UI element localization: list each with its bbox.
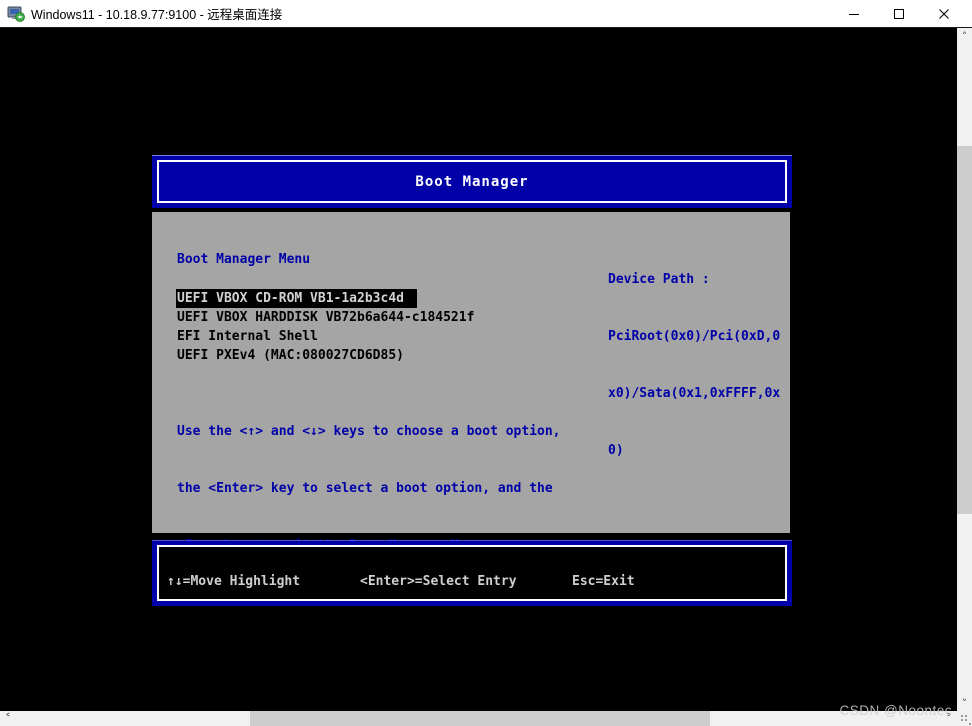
- minimize-icon: [848, 13, 859, 15]
- device-path-info: Device Path : PciRoot(0x0)/Pci(0xD,0 x0)…: [608, 232, 780, 498]
- scroll-right-icon[interactable]: ˃: [941, 711, 957, 726]
- close-icon: [938, 8, 949, 19]
- window-title: Windows11 - 10.18.9.77:9100 - 远程桌面连接: [31, 8, 283, 22]
- scroll-left-icon[interactable]: ˂: [0, 711, 16, 726]
- scroll-down-icon[interactable]: ˅: [957, 695, 972, 711]
- boot-manager-panel: Boot Manager Menu UEFI VBOX CD-ROM VB1-1…: [152, 212, 790, 553]
- boot-manager-title: Boot Manager: [415, 173, 529, 190]
- boot-entry-efi-shell[interactable]: EFI Internal Shell: [177, 327, 318, 346]
- window-controls: [831, 0, 966, 27]
- boot-help-line-1: Use the <↑> and <↓> keys to choose a boo…: [177, 424, 561, 439]
- boot-entry-pxe[interactable]: UEFI PXEv4 (MAC:080027CD6D85): [177, 346, 404, 365]
- resize-grip[interactable]: [957, 711, 972, 726]
- maximize-button[interactable]: [876, 0, 921, 27]
- boot-manager-title-border: Boot Manager: [157, 160, 787, 203]
- device-path-line-2: x0)/Sata(0x1,0xFFFF,0x: [608, 386, 781, 401]
- device-path-heading: Device Path :: [608, 272, 710, 287]
- device-path-line-1: PciRoot(0x0)/Pci(0xD,0: [608, 329, 781, 344]
- horizontal-scrollbar[interactable]: ˂ ˃: [0, 711, 957, 726]
- device-path-line-3: 0): [608, 443, 624, 458]
- minimize-button[interactable]: [831, 0, 876, 27]
- titlebar: Windows11 - 10.18.9.77:9100 - 远程桌面连接: [0, 0, 972, 28]
- remote-screen: Boot Manager Boot Manager Menu UEFI VBOX…: [0, 28, 957, 711]
- maximize-icon: [893, 8, 904, 19]
- boot-footer-bar: ↑↓=Move Highlight <Enter>=Select Entry E…: [152, 540, 792, 606]
- footer-move-highlight-hint: ↑↓=Move Highlight: [167, 574, 301, 589]
- boot-entry-cdrom[interactable]: UEFI VBOX CD-ROM VB1-1a2b3c4d: [176, 289, 417, 308]
- boot-entry-harddisk[interactable]: UEFI VBOX HARDDISK VB72b6a644-c184521f: [177, 308, 474, 327]
- footer-select-entry-hint: <Enter>=Select Entry: [360, 574, 517, 589]
- rdp-window: Windows11 - 10.18.9.77:9100 - 远程桌面连接 Boo…: [0, 0, 972, 726]
- boot-help-line-2: the <Enter> key to select a boot option,…: [177, 481, 553, 496]
- boot-menu-heading: Boot Manager Menu: [177, 252, 311, 267]
- footer-exit-hint: Esc=Exit: [572, 574, 635, 589]
- rdp-icon: [7, 6, 25, 22]
- vertical-scrollbar[interactable]: ˄ ˅: [957, 28, 972, 711]
- scroll-up-icon[interactable]: ˄: [957, 28, 972, 44]
- vertical-scroll-thumb[interactable]: [957, 146, 972, 514]
- boot-footer-inner: ↑↓=Move Highlight <Enter>=Select Entry E…: [157, 545, 787, 601]
- close-button[interactable]: [921, 0, 966, 27]
- boot-manager-title-box: Boot Manager: [152, 155, 792, 208]
- horizontal-scroll-thumb[interactable]: [250, 711, 710, 726]
